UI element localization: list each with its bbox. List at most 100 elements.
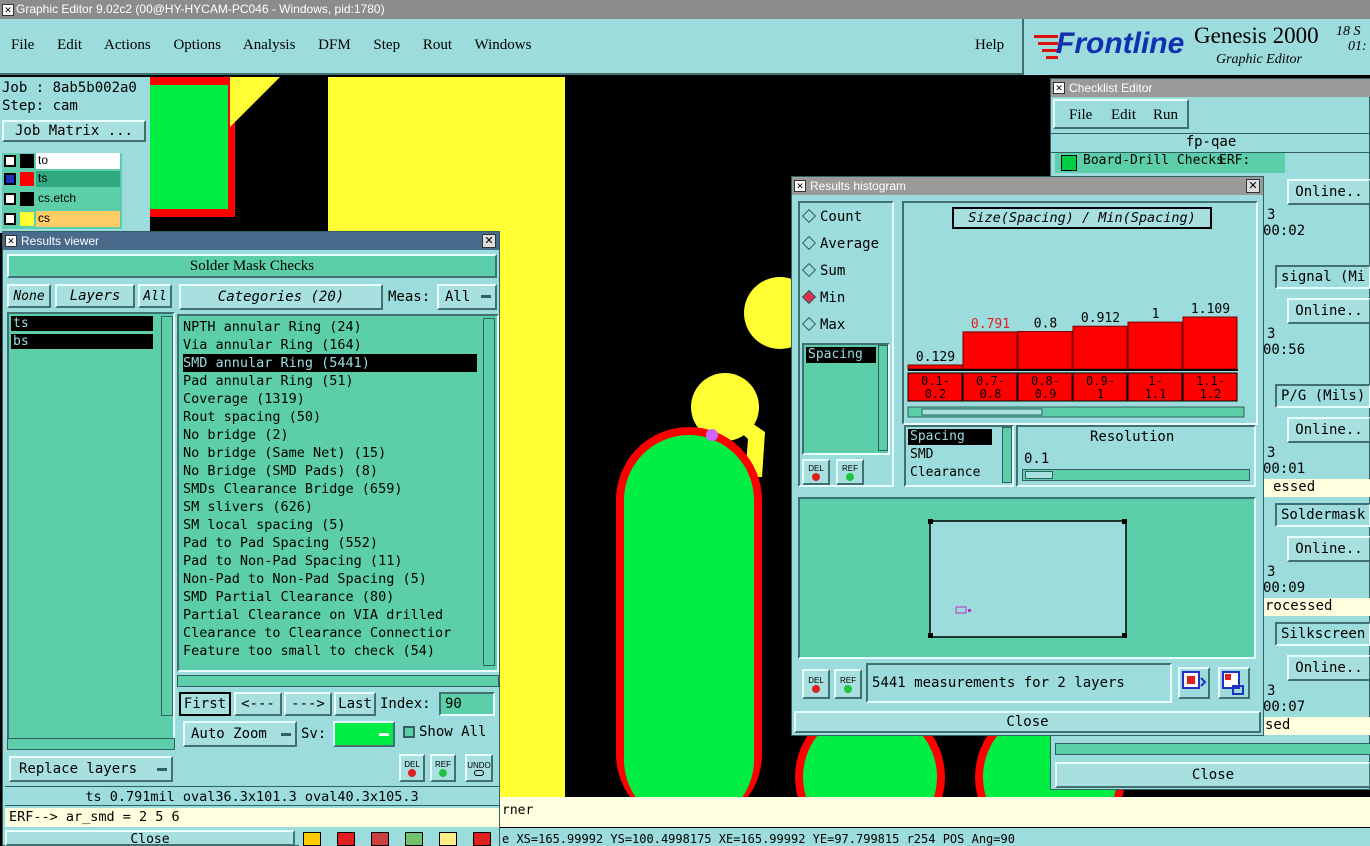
meas-select[interactable]: All: [437, 284, 497, 310]
last-button[interactable]: Last: [334, 692, 376, 716]
checklist-menu-run[interactable]: Run: [1153, 107, 1178, 124]
histogram-bar[interactable]: [1072, 325, 1128, 370]
prev-button[interactable]: <---: [234, 692, 282, 716]
category-list-hscroll[interactable]: [177, 675, 499, 687]
param-list-scrollbar[interactable]: [878, 345, 888, 451]
ref-button[interactable]: REF: [834, 669, 862, 699]
tool-icon[interactable]: [371, 832, 389, 846]
list-item[interactable]: SMDs Clearance Bridge (659): [183, 480, 497, 498]
del-button[interactable]: DEL: [802, 459, 830, 485]
list-item[interactable]: No bridge (2): [183, 426, 497, 444]
list-item[interactable]: Non-Pad to Non-Pad Spacing (5): [183, 570, 497, 588]
list-item[interactable]: Via annular Ring (164): [183, 336, 497, 354]
histogram-bar[interactable]: [1182, 316, 1238, 370]
first-button[interactable]: First: [179, 692, 231, 716]
online-button[interactable]: Online..: [1287, 536, 1370, 562]
list-item[interactable]: Pad to Pad Spacing (552): [183, 534, 497, 552]
checklist-close-button[interactable]: Close: [1055, 762, 1370, 788]
checklist-row[interactable]: Board-Drill Checks ERF:: [1055, 153, 1285, 173]
tool-icon[interactable]: [337, 832, 355, 846]
list-item[interactable]: SM slivers (626): [183, 498, 497, 516]
auto-zoom-select[interactable]: Auto Zoom: [183, 721, 297, 747]
close-icon[interactable]: ✕: [482, 234, 496, 248]
layer-checkbox[interactable]: [4, 213, 16, 225]
layer-row[interactable]: to: [2, 153, 122, 170]
menu-step[interactable]: Step: [373, 37, 400, 53]
all-button[interactable]: All: [138, 284, 172, 308]
histogram-hscroll-thumb[interactable]: [921, 408, 1043, 416]
layer-row[interactable]: cs.etch: [2, 191, 122, 208]
show-all-checkbox[interactable]: [403, 726, 415, 738]
histogram-bar[interactable]: [907, 364, 963, 370]
menu-windows[interactable]: Windows: [475, 37, 532, 53]
online-button[interactable]: Online..: [1287, 179, 1370, 205]
menu-file[interactable]: File: [11, 37, 34, 53]
option-min[interactable]: Min: [801, 289, 845, 306]
list-item[interactable]: SM local spacing (5): [183, 516, 497, 534]
zoom-out-button[interactable]: [1218, 667, 1250, 699]
histogram-bar[interactable]: [1017, 330, 1073, 370]
list-item[interactable]: Feature too small to check (54): [183, 642, 497, 660]
layer-row[interactable]: ts: [2, 171, 122, 188]
layer-checkbox[interactable]: [4, 173, 16, 185]
category-list[interactable]: NPTH annular Ring (24) Via annular Ring …: [177, 314, 499, 672]
layer-list-hscroll[interactable]: [7, 738, 175, 750]
results-viewer-close-button[interactable]: Close: [5, 830, 295, 846]
menu-help[interactable]: Help: [975, 37, 1004, 54]
ref-button[interactable]: REF: [836, 459, 864, 485]
option-average[interactable]: Average: [801, 235, 879, 252]
measure-list-scrollbar[interactable]: [1002, 427, 1012, 483]
checklist-row-label[interactable]: signal (Mi: [1275, 265, 1370, 289]
tool-icon[interactable]: [473, 832, 491, 846]
layer-checkbox[interactable]: [4, 193, 16, 205]
list-item[interactable]: SMD Partial Clearance (80): [183, 588, 497, 606]
ref-button[interactable]: REF: [430, 754, 456, 782]
close-icon[interactable]: ✕: [1246, 179, 1260, 193]
measure-item-smd[interactable]: SMD: [910, 447, 933, 462]
next-button[interactable]: --->: [284, 692, 332, 716]
categories-button[interactable]: Categories (20): [179, 284, 383, 310]
menu-rout[interactable]: Rout: [423, 37, 452, 53]
checklist-menu-file[interactable]: File: [1069, 107, 1092, 124]
checklist-menu-edit[interactable]: Edit: [1111, 107, 1136, 124]
online-button[interactable]: Online..: [1287, 298, 1370, 324]
checklist-row-label[interactable]: P/G (Mils): [1275, 384, 1370, 408]
histogram-bar[interactable]: [1127, 321, 1183, 370]
measure-item-spacing[interactable]: Spacing: [908, 429, 992, 445]
sv-color-select[interactable]: [333, 721, 395, 747]
layers-button[interactable]: Layers: [55, 284, 135, 308]
list-item[interactable]: No Bridge (SMD Pads) (8): [183, 462, 497, 480]
job-matrix-button[interactable]: Job Matrix ...: [2, 120, 146, 142]
histogram-close-button[interactable]: Close: [794, 711, 1261, 733]
bottom-toolbar-icons[interactable]: [299, 830, 499, 846]
online-button[interactable]: Online..: [1287, 417, 1370, 443]
list-item[interactable]: Clearance to Clearance Connectior: [183, 624, 497, 642]
category-list-scrollbar[interactable]: [483, 318, 495, 666]
layer-checkbox[interactable]: [4, 155, 16, 167]
list-item[interactable]: Partial Clearance on VIA drilled: [183, 606, 497, 624]
measure-list[interactable]: Spacing SMD Clearance: [904, 425, 1014, 487]
del-button[interactable]: DEL: [399, 754, 425, 782]
list-item[interactable]: No bridge (Same Net) (15): [183, 444, 497, 462]
menu-edit[interactable]: Edit: [57, 37, 82, 53]
none-button[interactable]: None: [7, 284, 51, 308]
param-list[interactable]: Spacing: [802, 343, 890, 455]
layer-row[interactable]: cs: [2, 211, 122, 228]
index-input[interactable]: 90: [439, 692, 495, 716]
replace-layers-select[interactable]: Replace layers: [9, 756, 173, 782]
board-thumbnail[interactable]: [800, 499, 1254, 657]
list-item[interactable]: NPTH annular Ring (24): [183, 318, 497, 336]
layer-item-bs[interactable]: bs: [11, 334, 153, 349]
slider-thumb[interactable]: [1025, 471, 1053, 479]
tool-icon[interactable]: [303, 832, 321, 846]
menu-options[interactable]: Options: [173, 37, 221, 53]
layer-list-scrollbar[interactable]: [161, 316, 173, 716]
param-item-spacing[interactable]: Spacing: [806, 347, 876, 363]
checklist-hscroll[interactable]: [1055, 743, 1370, 755]
menu-analysis[interactable]: Analysis: [243, 37, 296, 53]
histogram-bar[interactable]: [962, 331, 1018, 370]
menu-actions[interactable]: Actions: [104, 37, 151, 53]
undo-button[interactable]: UNDO: [465, 754, 493, 782]
option-max[interactable]: Max: [801, 316, 845, 333]
del-button[interactable]: DEL: [802, 669, 830, 699]
